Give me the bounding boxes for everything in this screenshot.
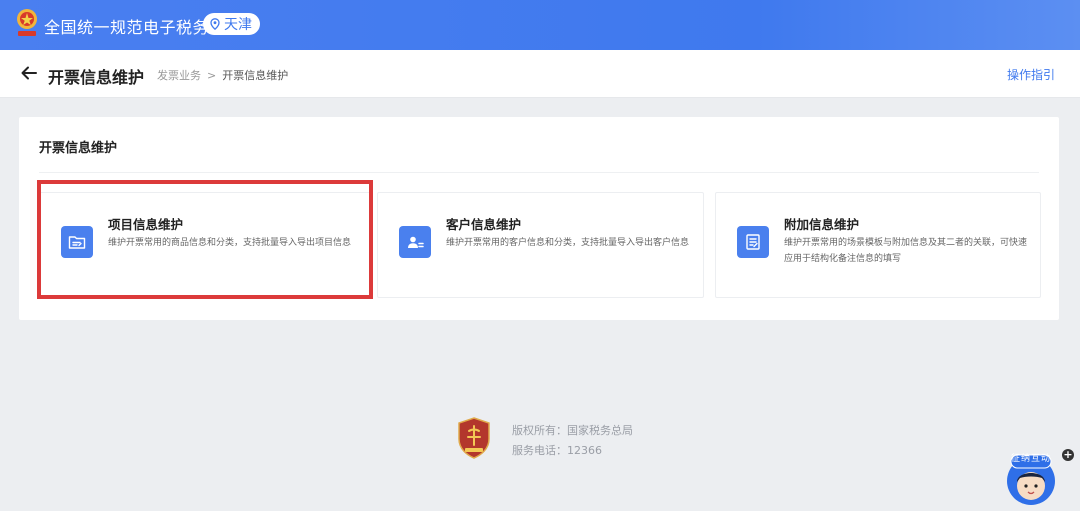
main-panel: 开票信息维护 项目信息维护 维护开票常用的商品信息和分类，支持批量导入导出项目信… xyxy=(19,117,1059,320)
breadcrumb-item-invoice-business[interactable]: 发票业务 xyxy=(157,67,201,83)
breadcrumb: 发票业务 > 开票信息维护 xyxy=(157,67,288,83)
site-title: 全国统一规范电子税务局 xyxy=(44,18,226,37)
divider xyxy=(39,172,1039,173)
card-customer-info-maintenance[interactable]: 客户信息维护 维护开票常用的客户信息和分类，支持批量导入导出客户信息 xyxy=(377,192,704,298)
section-title: 开票信息维护 xyxy=(39,141,118,156)
sub-header: 开票信息维护 发票业务 > 开票信息维护 操作指引 xyxy=(0,50,1080,98)
card-title: 客户信息维护 xyxy=(446,217,522,232)
footer-info: 版权所有：国家税务总局 服务电话：12366 xyxy=(512,421,633,461)
card-description: 维护开票常用的客户信息和分类，支持批量导入导出客户信息 xyxy=(446,238,690,248)
page-title: 开票信息维护 xyxy=(48,68,145,87)
copyright-text: 版权所有：国家税务总局 xyxy=(512,424,633,437)
top-header: 全国统一规范电子税务局 天津 xyxy=(0,0,1080,50)
tax-service-badge-icon xyxy=(458,417,490,459)
region-label: 天津 xyxy=(224,17,252,33)
service-phone-text: 服务电话：12366 xyxy=(512,444,602,457)
card-description: 维护开票常用的商品信息和分类，支持批量导入导出项目信息 xyxy=(108,238,352,248)
folder-list-icon xyxy=(61,226,93,258)
breadcrumb-separator: > xyxy=(207,68,217,82)
operation-guide-link[interactable]: 操作指引 xyxy=(1007,66,1055,83)
card-description: 维护开票常用的场景模板与附加信息及其二者的关联，可快速应用于结构化备注信息的填写 xyxy=(784,238,1028,264)
assistant-label: 征纳互动 xyxy=(1011,454,1052,464)
card-item-info-maintenance[interactable]: 项目信息维护 维护开票常用的商品信息和分类，支持批量导入导出项目信息 xyxy=(39,192,372,298)
region-selector[interactable]: 天津 xyxy=(203,13,260,35)
assistant-expand-button[interactable]: + xyxy=(1062,449,1074,461)
form-edit-icon xyxy=(737,226,769,258)
contact-card-icon xyxy=(399,226,431,258)
back-arrow-icon[interactable] xyxy=(20,64,38,82)
breadcrumb-item-current: 开票信息维护 xyxy=(222,69,289,82)
location-pin-icon xyxy=(210,18,220,30)
card-title: 项目信息维护 xyxy=(108,217,184,232)
card-additional-info-maintenance[interactable]: 附加信息维护 维护开票常用的场景模板与附加信息及其二者的关联，可快速应用于结构化… xyxy=(715,192,1041,298)
tax-emblem-icon xyxy=(17,9,37,36)
card-title: 附加信息维护 xyxy=(784,217,860,232)
